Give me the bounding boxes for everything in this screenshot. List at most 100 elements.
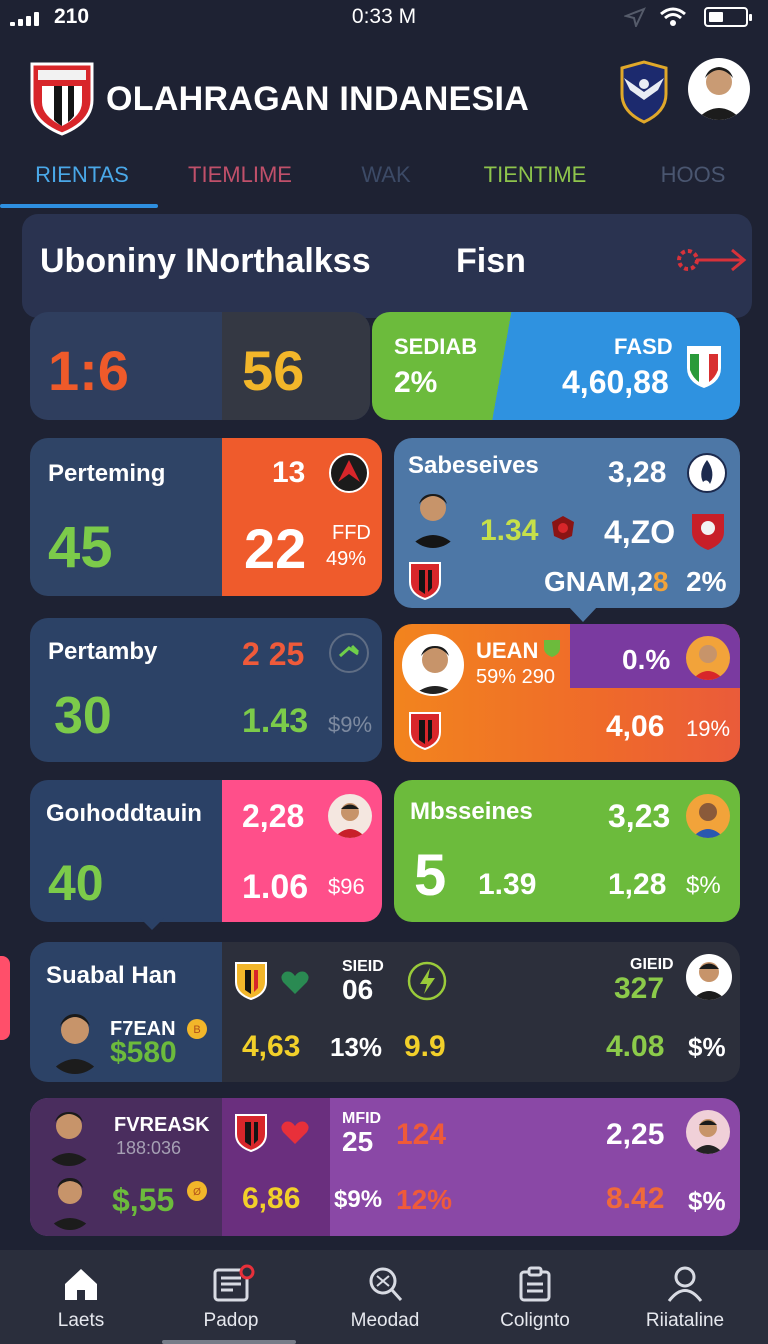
fvreask-c: 12%	[396, 1184, 453, 1215]
player-avatar	[686, 1110, 730, 1154]
fvreask-time: 188:036	[116, 1138, 182, 1158]
goihoddtauin-title: Goıhoddtauin	[46, 800, 202, 827]
player-avatar	[328, 794, 372, 838]
svg-text:B: B	[193, 1024, 200, 1036]
nav-label: Padop	[203, 1310, 259, 1331]
sediab-label: SEDIAB	[394, 334, 478, 359]
suabal-a: 4,63	[242, 1030, 301, 1063]
goihoddtauin-pct: $96	[328, 874, 365, 899]
sabeseives-v1: 3,28	[608, 456, 667, 489]
tab-tiemlime[interactable]: TIEMLIME	[164, 162, 316, 188]
signal-icon	[10, 12, 46, 26]
fvreask-r1: 124	[396, 1118, 447, 1151]
club-badge-icon	[552, 516, 574, 540]
fvreask-e: $%	[688, 1186, 726, 1216]
suabal-d: 4.08	[606, 1030, 665, 1063]
app-title: OLAHRAGAN INDANESIA	[106, 80, 530, 118]
nav-clipboard[interactable]: Colignto	[460, 1250, 610, 1344]
tab-rientas[interactable]: RIENTAS	[0, 162, 164, 188]
tab-bar: RIENTAS TIEMLIME WAK TIENTIME HOOS	[0, 150, 768, 210]
red-shield-icon	[692, 514, 724, 550]
mbsseines-big: 5	[414, 843, 447, 908]
mbsseines-top: 3,23	[608, 798, 671, 834]
goihoddtauin-val: 1.06	[242, 868, 309, 906]
banner-subtitle: Fisn	[456, 242, 526, 280]
player-avatar	[44, 1004, 106, 1074]
fvreask-price: $,55	[112, 1182, 175, 1218]
coin-icon: B	[187, 1019, 207, 1039]
bolt-circle-icon	[407, 961, 447, 1001]
player-avatar	[44, 1170, 96, 1230]
uean-label: UEAN	[476, 638, 539, 663]
stat-card-suabal[interactable]: Suabal Han F7EAN B $580 SIEID 06 GIEID 3…	[30, 942, 740, 1082]
score-card-1[interactable]: 1:6 56	[30, 312, 370, 420]
player-avatar	[686, 954, 732, 1000]
sediab-value: 2%	[394, 366, 438, 399]
nav-news[interactable]: Padop	[156, 1250, 306, 1344]
stat-card-uean[interactable]: UEAN 59% 290 0.% 4,06 19%	[394, 624, 740, 762]
suabal-title: Suabal Han	[46, 962, 177, 989]
stat-card-sabeseives[interactable]: Sabeseives 3,28 1.34 4,ZO GNAM,28 2%	[394, 438, 740, 608]
fasd-label: FASD	[614, 334, 673, 359]
app-header: OLAHRAGAN INDANESIA	[0, 50, 768, 142]
news-icon	[213, 1264, 255, 1302]
tab-tientime[interactable]: TIENTIME	[456, 162, 614, 188]
team-shield-icon	[409, 712, 441, 750]
score-right: 56	[242, 339, 305, 402]
suabal-c: 9.9	[404, 1030, 446, 1063]
nav-home[interactable]: Laets	[6, 1250, 156, 1344]
stat-card-fvreask[interactable]: FVREASK 188:036 $,55 Ø MFID 25 124 2,25 …	[30, 1098, 740, 1236]
search-icon	[369, 1267, 403, 1302]
stat-card-mbsseines[interactable]: Mbsseines 3,23 5 1.39 1,28 $%	[394, 780, 740, 922]
nav-label: Laets	[57, 1310, 105, 1331]
ffd-pct: 49%	[326, 548, 367, 570]
fvreask-name: FVREASK	[114, 1114, 210, 1136]
active-tab-indicator	[0, 204, 158, 208]
tab-hoos[interactable]: HOOS	[614, 162, 768, 188]
user-avatar[interactable]	[688, 58, 750, 120]
team-badge-icon	[544, 640, 560, 657]
card-pointer	[568, 606, 598, 622]
player-avatar	[404, 486, 462, 548]
team-shield-icon	[235, 962, 267, 1000]
clipboard-icon	[519, 1266, 551, 1302]
carrier-text: 210	[54, 5, 90, 28]
bottom-nav: Laets Padop Meodad Colignto Riiataline	[0, 1250, 768, 1344]
nav-label: Riiataline	[645, 1310, 725, 1331]
stat-card-pertamby[interactable]: Pertamby 2 25 30 1.43 $9%	[30, 618, 382, 762]
eagle-crest-icon[interactable]	[616, 60, 672, 124]
team-shield-icon[interactable]	[28, 60, 96, 136]
mbsseines-pct: $%	[686, 872, 721, 899]
nav-profile[interactable]: Riiataline	[610, 1250, 760, 1344]
tab-wak[interactable]: WAK	[316, 162, 456, 188]
fvreask-d: 8.42	[606, 1182, 665, 1215]
stat-card-perteming[interactable]: Perteming 45 13 22 FFD 49%	[30, 438, 382, 596]
nav-label: Meodad	[350, 1310, 420, 1331]
nav-search[interactable]: Meodad	[310, 1250, 460, 1344]
home-icon	[65, 1269, 97, 1300]
pertamby-top: 2 25	[242, 636, 305, 672]
mbsseines-val: 1,28	[608, 868, 667, 901]
uean-value: 4,06	[606, 710, 665, 743]
heart-icon[interactable]	[280, 1120, 310, 1146]
ffd-label: FFD	[332, 522, 371, 544]
uean-pct: 19%	[686, 716, 731, 741]
gieid-value: 327	[614, 972, 665, 1005]
perteming-top-num: 13	[272, 456, 306, 489]
stat-card-sediab[interactable]: SEDIAB 2% FASD 4,60,88	[372, 312, 740, 420]
player-avatar	[686, 794, 730, 838]
goihoddtauin-top: 2,28	[242, 798, 305, 834]
mbsseines-title: Mbsseines	[410, 798, 533, 825]
uean-sub: 59% 290	[476, 666, 555, 688]
arrow-right-icon[interactable]	[674, 244, 750, 276]
stat-card-goihoddtauin[interactable]: Goıhoddtauin 40 2,28 1.06 $96	[30, 780, 382, 922]
heart-icon[interactable]	[280, 970, 310, 996]
fvreask-a: 6,86	[242, 1182, 301, 1215]
sabeseives-mid: 1.34	[480, 514, 539, 547]
side-tab[interactable]	[0, 956, 10, 1040]
suabal-b: 13%	[330, 1032, 383, 1062]
fvreask-b: $9%	[334, 1186, 383, 1213]
sabeseives-v2: 4,ZO	[604, 514, 676, 550]
featured-banner[interactable]: Uboniny INorthalkss Fisn	[22, 214, 752, 318]
banner-title: Uboniny INorthalkss	[40, 242, 371, 280]
